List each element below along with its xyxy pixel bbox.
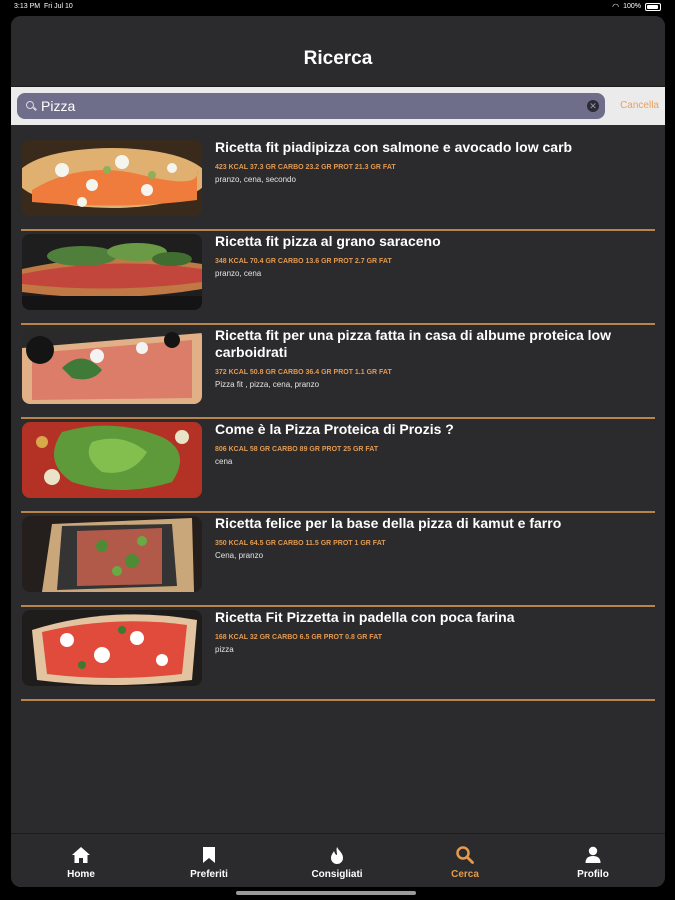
wifi-icon: ◠ bbox=[612, 2, 620, 11]
tab-label: Consigliati bbox=[311, 869, 363, 880]
recipe-title: Come è la Pizza Proteica di Prozis ? bbox=[215, 421, 454, 437]
recipe-macros: 372 KCAL 50.8 GR CARBO 36.4 GR PROT 1.1 … bbox=[215, 369, 392, 376]
recipe-thumbnail bbox=[22, 422, 202, 498]
battery-percent: 100% bbox=[623, 3, 641, 10]
recipe-title: Ricetta fit piadipizza con salmone e avo… bbox=[215, 139, 573, 155]
list-item[interactable]: Come è la Pizza Proteica di Prozis ? 806… bbox=[21, 419, 655, 513]
search-icon bbox=[26, 101, 36, 111]
recipe-thumbnail bbox=[22, 234, 202, 310]
tab-profilo[interactable]: Profilo bbox=[553, 834, 633, 887]
recipe-tags: pizza bbox=[215, 645, 234, 654]
recipe-title: Ricetta fit per una pizza fatta in casa … bbox=[215, 327, 611, 360]
recipe-list: Ricetta fit piadipizza con salmone e avo… bbox=[21, 137, 655, 701]
app-window: Ricerca ✕ Cancella bbox=[11, 16, 665, 887]
list-item[interactable]: Ricetta fit per una pizza fatta in casa … bbox=[21, 325, 655, 419]
recipe-info: Ricetta Fit Pizzetta in padella con poca… bbox=[215, 609, 645, 654]
home-indicator[interactable] bbox=[236, 891, 416, 895]
tab-consigliati[interactable]: Consigliati bbox=[297, 834, 377, 887]
recipe-tags: pranzo, cena, secondo bbox=[215, 175, 296, 184]
recipe-info: Ricetta felice per la base della pizza d… bbox=[215, 515, 645, 560]
tab-home[interactable]: Home bbox=[41, 834, 121, 887]
recipe-tags: Cena, pranzo bbox=[215, 551, 264, 560]
bookmark-icon bbox=[169, 846, 249, 870]
recipe-info: Ricetta fit pizza al grano saraceno 348 … bbox=[215, 233, 645, 278]
recipe-thumbnail bbox=[22, 516, 202, 592]
recipe-macros: 168 KCAL 32 GR CARBO 6.5 GR PROT 0.8 GR … bbox=[215, 634, 383, 641]
search-field[interactable]: ✕ bbox=[17, 93, 605, 119]
recipe-macros: 423 KCAL 37.3 GR CARBO 23.2 GR PROT 21.3… bbox=[215, 164, 396, 171]
tab-cerca[interactable]: Cerca bbox=[425, 834, 505, 887]
battery-icon bbox=[645, 2, 661, 11]
recipe-tags: pranzo, cena bbox=[215, 269, 262, 278]
clear-icon[interactable]: ✕ bbox=[587, 100, 599, 112]
status-bar: 3:13 PM Fri Jul 10 ◠ 100% bbox=[0, 0, 675, 14]
tab-bar: Home Preferiti Consigliati Cerca Profilo bbox=[11, 833, 665, 887]
cancel-button[interactable]: Cancella bbox=[620, 100, 659, 111]
tab-preferiti[interactable]: Preferiti bbox=[169, 834, 249, 887]
recipe-thumbnail bbox=[22, 328, 202, 404]
tab-label: Preferiti bbox=[190, 869, 228, 880]
list-item[interactable]: Ricetta felice per la base della pizza d… bbox=[21, 513, 655, 607]
recipe-info: Come è la Pizza Proteica di Prozis ? 806… bbox=[215, 421, 645, 466]
status-right: ◠ 100% bbox=[612, 2, 661, 11]
page-title: Ricerca bbox=[303, 48, 373, 69]
nav-header: Ricerca bbox=[11, 16, 665, 87]
status-time: 3:13 PM Fri Jul 10 bbox=[14, 3, 73, 10]
search-icon bbox=[425, 846, 505, 870]
flame-icon bbox=[297, 846, 377, 870]
recipe-tags: cena bbox=[215, 457, 233, 466]
recipe-thumbnail bbox=[22, 610, 202, 686]
recipe-title: Ricetta Fit Pizzetta in padella con poca… bbox=[215, 609, 515, 625]
recipe-info: Ricetta fit piadipizza con salmone e avo… bbox=[215, 139, 645, 184]
tab-label: Profilo bbox=[577, 869, 609, 880]
recipe-macros: 350 KCAL 64.5 GR CARBO 11.5 GR PROT 1 GR… bbox=[215, 540, 386, 547]
person-icon bbox=[553, 846, 633, 870]
recipe-thumbnail bbox=[22, 140, 202, 216]
recipe-info: Ricetta fit per una pizza fatta in casa … bbox=[215, 327, 645, 389]
list-item[interactable]: Ricetta fit piadipizza con salmone e avo… bbox=[21, 137, 655, 231]
recipe-macros: 806 KCAL 58 GR CARBO 89 GR PROT 25 GR FA… bbox=[215, 446, 379, 453]
tab-label: Home bbox=[67, 869, 95, 880]
tab-label: Cerca bbox=[451, 869, 479, 880]
list-item[interactable]: Ricetta Fit Pizzetta in padella con poca… bbox=[21, 607, 655, 701]
search-bar: ✕ Cancella bbox=[11, 87, 665, 125]
recipe-tags: Pizza fit , pizza, cena, pranzo bbox=[215, 380, 320, 389]
search-input[interactable] bbox=[41, 98, 571, 114]
recipe-macros: 348 KCAL 70.4 GR CARBO 13.6 GR PROT 2.7 … bbox=[215, 258, 392, 265]
house-icon bbox=[41, 846, 121, 870]
recipe-title: Ricetta felice per la base della pizza d… bbox=[215, 515, 562, 531]
list-item[interactable]: Ricetta fit pizza al grano saraceno 348 … bbox=[21, 231, 655, 325]
recipe-title: Ricetta fit pizza al grano saraceno bbox=[215, 233, 441, 249]
